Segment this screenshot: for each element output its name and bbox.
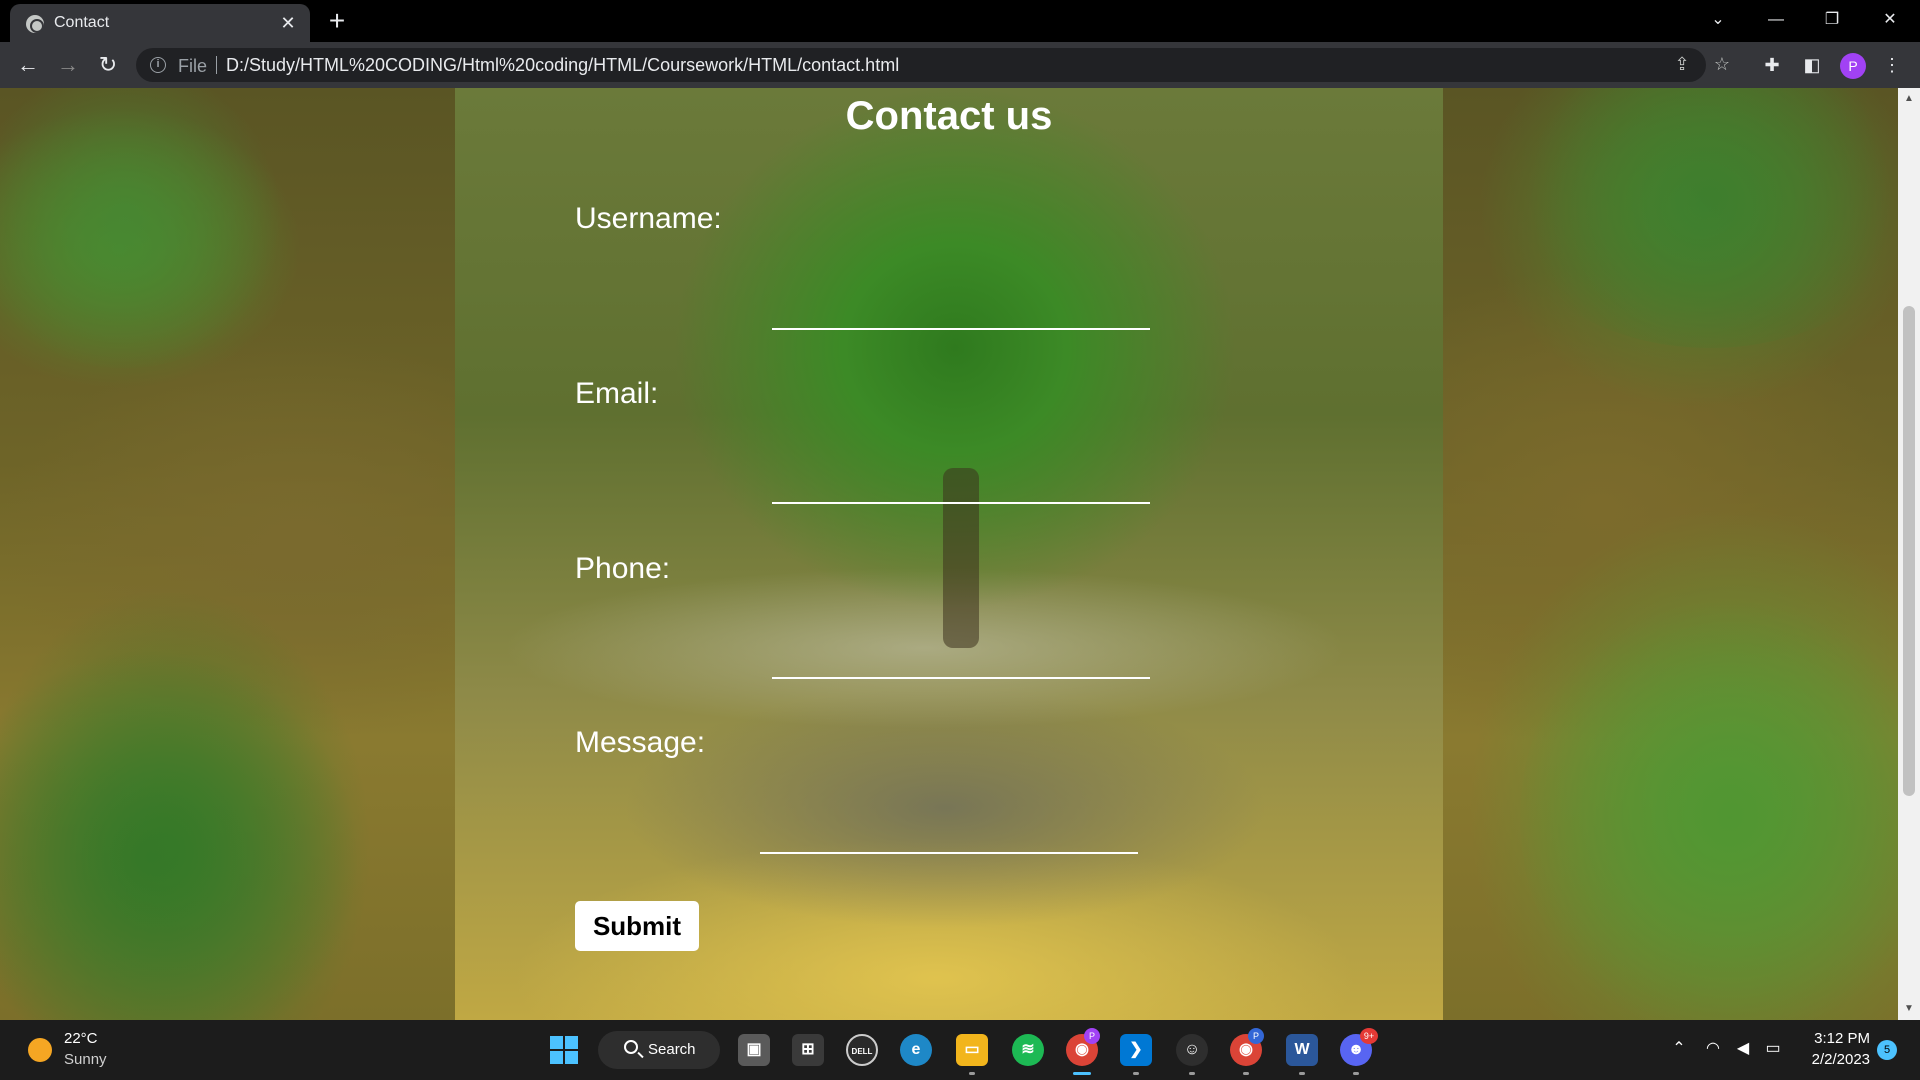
discord-notification-badge: 9+ (1360, 1028, 1378, 1044)
background-foliage (0, 648, 360, 1020)
email-input[interactable] (772, 474, 1150, 504)
search-icon (624, 1040, 638, 1054)
browser-toolbar: ← → ↻ i File D:/Study/HTML%20CODING/Html… (0, 42, 1920, 88)
chrome-profile-badge: P (1084, 1028, 1100, 1044)
file-scheme-label: File (178, 56, 208, 76)
running-indicator (1133, 1072, 1139, 1075)
browser-tab-strip: Contact ✕ + ⌄ — ❐ ✕ (0, 0, 1920, 42)
share-icon[interactable]: ⇪ (1672, 54, 1692, 74)
active-app-indicator (1073, 1072, 1091, 1075)
tab-title: Contact (54, 14, 110, 31)
wifi-icon[interactable]: ◠ (1702, 1038, 1724, 1060)
info-icon[interactable]: i (150, 57, 166, 73)
windows-taskbar: 22°C Sunny Search ▣ ⊞ DELL e ▭ ≋ ◉ P ❯ ☺… (0, 1020, 1920, 1080)
tab-contact[interactable]: Contact ✕ (10, 4, 310, 42)
vscode-icon[interactable]: ❯ (1120, 1034, 1152, 1066)
word-icon[interactable]: W (1286, 1034, 1318, 1066)
running-indicator (1189, 1072, 1195, 1075)
tab-search-chevron-icon[interactable]: ⌄ (1690, 0, 1746, 40)
windows-start-icon[interactable] (550, 1036, 578, 1064)
close-tab-icon[interactable]: ✕ (276, 11, 300, 35)
new-tab-button[interactable]: + (322, 6, 352, 36)
url-text[interactable]: D:/Study/HTML%20CODING/Html%20coding/HTM… (226, 55, 899, 76)
message-label: Message: (575, 726, 706, 759)
username-label: Username: (575, 202, 722, 235)
chevron-up-icon[interactable]: ⌃ (1668, 1038, 1690, 1060)
scroll-down-arrow-icon[interactable]: ▼ (1898, 1000, 1920, 1018)
running-indicator (1353, 1072, 1359, 1075)
phone-input[interactable] (772, 649, 1150, 679)
close-window-button[interactable]: ✕ (1862, 0, 1918, 40)
restore-button[interactable]: ❐ (1804, 0, 1860, 40)
url-separator (216, 56, 217, 74)
globe-icon (26, 15, 44, 33)
scroll-up-arrow-icon[interactable]: ▲ (1898, 90, 1920, 108)
reload-icon[interactable]: ↻ (94, 51, 122, 79)
chrome-profile-badge: P (1248, 1028, 1264, 1044)
spotify-icon[interactable]: ≋ (1012, 1034, 1044, 1066)
dell-icon[interactable]: DELL (846, 1034, 878, 1066)
weather-temperature[interactable]: 22°C (64, 1030, 98, 1047)
page-viewport: Contact us Username: Email: Phone: Messa… (0, 88, 1898, 1020)
side-panel-icon[interactable]: ◧ (1800, 53, 1824, 77)
address-bar[interactable]: i File D:/Study/HTML%20CODING/Html%20cod… (136, 48, 1730, 82)
forward-arrow-icon[interactable]: → (54, 51, 82, 79)
email-label: Email: (575, 377, 659, 410)
task-view-icon[interactable]: ▣ (738, 1034, 770, 1066)
back-arrow-icon[interactable]: ← (14, 51, 42, 79)
file-explorer-icon[interactable]: ▭ (956, 1034, 988, 1066)
volume-icon[interactable]: ◀ (1732, 1038, 1754, 1060)
taskbar-search[interactable]: Search (598, 1031, 720, 1069)
scroll-thumb[interactable] (1903, 306, 1915, 796)
running-indicator (1243, 1072, 1249, 1075)
clock-date[interactable]: 2/2/2023 (1800, 1051, 1870, 1068)
battery-icon[interactable]: ▭ (1762, 1038, 1784, 1060)
bookmark-star-icon[interactable]: ☆ (1712, 54, 1732, 74)
running-indicator (1299, 1072, 1305, 1075)
background-foliage (1520, 588, 1898, 1020)
running-indicator (969, 1072, 975, 1075)
sun-weather-icon[interactable] (28, 1038, 52, 1062)
profile-avatar[interactable]: P (1840, 53, 1866, 79)
extensions-puzzle-icon[interactable]: ✚ (1760, 53, 1784, 77)
username-input[interactable] (772, 300, 1150, 330)
background-foliage (1500, 88, 1898, 348)
minimize-button[interactable]: — (1748, 0, 1804, 40)
search-label: Search (648, 1041, 696, 1058)
notification-count-badge[interactable]: 5 (1877, 1040, 1897, 1060)
microsoft-store-icon[interactable]: ⊞ (792, 1034, 824, 1066)
page-scrollbar[interactable]: ▲ ▼ (1898, 88, 1920, 1020)
edge-browser-icon[interactable]: e (900, 1034, 932, 1066)
page-title: Contact us (845, 94, 1053, 138)
phone-label: Phone: (575, 552, 671, 585)
more-menu-icon[interactable]: ⋮ (1880, 53, 1904, 77)
weather-condition[interactable]: Sunny (64, 1051, 107, 1068)
smiley-app-icon[interactable]: ☺ (1176, 1034, 1208, 1066)
clock-time[interactable]: 3:12 PM (1808, 1030, 1870, 1047)
background-foliage (0, 88, 290, 368)
contact-panel: Contact us Username: Email: Phone: Messa… (455, 88, 1443, 1020)
submit-button[interactable]: Submit (575, 901, 699, 951)
message-input[interactable] (760, 824, 1138, 854)
